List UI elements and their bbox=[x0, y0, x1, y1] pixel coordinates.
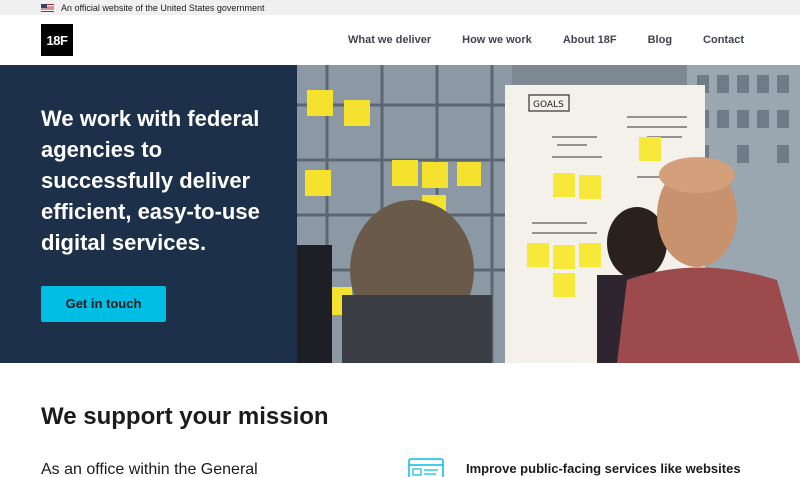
website-icon bbox=[408, 458, 444, 477]
board-heading: GOALS bbox=[533, 100, 564, 110]
gov-banner-text: An official website of the United States… bbox=[61, 2, 265, 13]
logo[interactable]: 18F bbox=[41, 24, 73, 56]
mission-section: We support your mission As an office wit… bbox=[0, 363, 800, 477]
service-title[interactable]: Improve public-facing services like webs… bbox=[466, 461, 741, 476]
nav-blog[interactable]: Blog bbox=[648, 34, 672, 46]
nav-how-we-work[interactable]: How we work bbox=[462, 34, 532, 46]
site-header: 18F What we deliver How we work About 18… bbox=[0, 15, 800, 65]
service-item: Improve public-facing services like webs… bbox=[408, 458, 741, 477]
gov-banner: An official website of the United States… bbox=[0, 0, 800, 15]
nav-about[interactable]: About 18F bbox=[563, 34, 617, 46]
hero-title: We work with federal agencies to success… bbox=[41, 106, 260, 255]
mission-intro: As an office within the General bbox=[41, 461, 258, 477]
mission-title: We support your mission bbox=[41, 403, 329, 430]
hero: We work with federal agencies to success… bbox=[0, 65, 800, 363]
mission-row: As an office within the General Improve … bbox=[41, 458, 759, 477]
nav-contact[interactable]: Contact bbox=[703, 34, 744, 46]
us-flag-icon bbox=[41, 3, 54, 12]
hero-panel: We work with federal agencies to success… bbox=[0, 65, 297, 363]
nav-what-we-deliver[interactable]: What we deliver bbox=[348, 34, 431, 46]
hero-photo: GOALS bbox=[297, 65, 800, 363]
main-nav: What we deliver How we work About 18F Bl… bbox=[317, 34, 744, 46]
get-in-touch-button[interactable]: Get in touch bbox=[41, 286, 166, 322]
